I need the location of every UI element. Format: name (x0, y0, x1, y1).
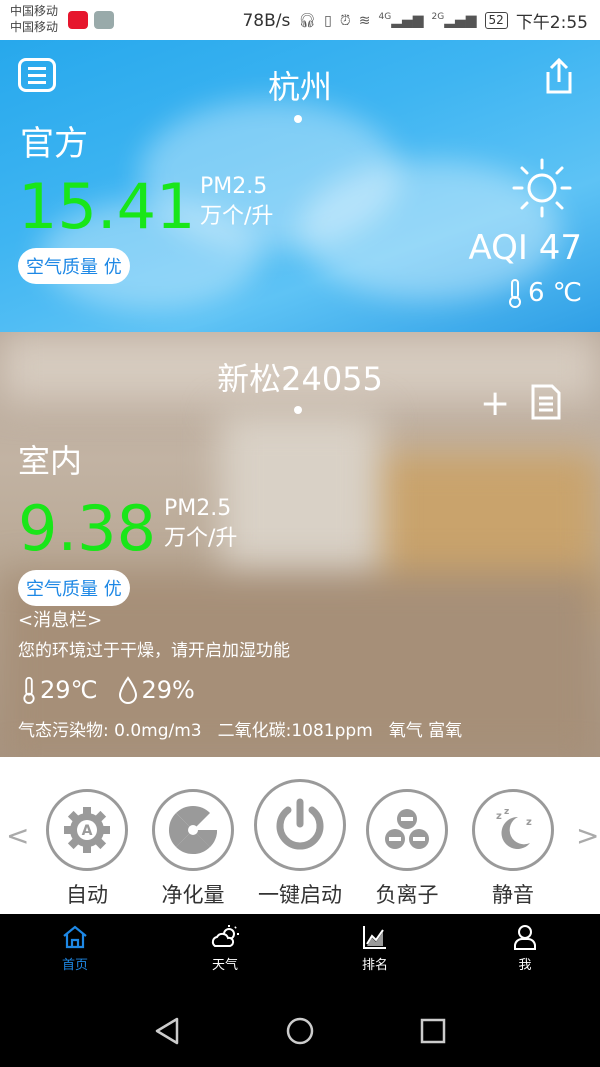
pm-label-text: PM2.5 (200, 174, 268, 199)
outdoor-pm-value: 15.41 (18, 170, 196, 243)
weather-icon (211, 925, 239, 947)
indoor-device-panel: 新松24055 + 室内 9.38 PM2.5 万个/升 空气质量 优 <消息栏… (0, 332, 600, 757)
system-nav-bar (0, 986, 600, 1067)
page-indicator-dot (294, 115, 302, 123)
indoor-pm-label-text: PM2.5 (164, 496, 232, 521)
document-icon[interactable] (530, 384, 562, 420)
indoor-pm-value: 9.38 (18, 492, 157, 565)
net-speed: 78B/s (242, 10, 291, 31)
auto-mode-label: 自动 (66, 883, 108, 907)
outdoor-temperature-value: 6 ℃ (527, 278, 582, 308)
signal-4g-icon: 4G▂▄▆ (378, 12, 424, 29)
auto-mode-button[interactable]: A 自动 (37, 789, 137, 909)
indoor-air-quality-badge: 空气质量 优 (18, 570, 130, 606)
data-source-label: 官方 (20, 124, 88, 164)
carrier-2: 中国移动 (10, 20, 59, 34)
home-circle-icon[interactable] (285, 1016, 315, 1046)
message-bar-title: <消息栏> (18, 610, 103, 631)
purify-volume-button[interactable]: 净化量 (143, 789, 243, 909)
controls-prev-arrow[interactable]: < (6, 819, 29, 852)
headset-icon: 🎧︎ (298, 12, 317, 29)
tab-me[interactable]: 我 (475, 924, 575, 973)
gas-pollutant: 气态污染物: 0.0mg/m3 (18, 721, 202, 741)
net-4g-label: 4G (378, 12, 392, 23)
outdoor-temperature: 6 ℃ (508, 278, 582, 308)
svg-text:z: z (504, 807, 509, 817)
alarm-icon: ⏰︎ (339, 12, 351, 29)
indoor-pm-label: PM2.5 万个/升 (164, 494, 237, 554)
tab-weather-label: 天气 (211, 958, 238, 973)
carrier-1: 中国移动 (10, 4, 59, 18)
oxygen-reading: 氧气 富氧 (388, 721, 463, 741)
weibo-icon (68, 11, 88, 29)
user-icon (514, 925, 536, 950)
carrier-info: 中国移动 中国移动 (10, 3, 58, 35)
tab-weather[interactable]: 天气 (175, 924, 275, 973)
back-icon[interactable] (153, 1016, 181, 1046)
negative-ion-label: 负离子 (375, 883, 439, 907)
pollutant-readings: 气态污染物: 0.0mg/m3 二氧化碳:1081ppm 氧气 富氧 (18, 716, 462, 741)
tab-home-label: 首页 (61, 958, 88, 973)
bg-window (220, 412, 380, 592)
thermometer-icon (23, 676, 35, 704)
status-right: 78B/s 🎧︎ ▯ ⏰︎ ≋ 4G▂▄▆ 2G▂▄▆ 52 下午2:55 (242, 8, 588, 34)
indoor-temperature: 29℃ (40, 676, 98, 704)
power-icon (254, 779, 346, 871)
battery-icon: 52 (484, 12, 508, 29)
co2-reading: 二氧化碳:1081ppm (217, 721, 373, 741)
one-key-start-label: 一键启动 (258, 883, 342, 907)
indoor-humidity: 29% (141, 676, 195, 704)
outdoor-pm-label: PM2.5 万个/升 (200, 172, 273, 232)
sun-icon (512, 158, 572, 218)
indoor-label: 室内 (18, 442, 83, 480)
tab-home[interactable]: 首页 (25, 924, 125, 973)
device-page-dot (294, 406, 302, 414)
chart-icon (363, 926, 386, 949)
ion-icon (366, 789, 448, 871)
vibrate-icon: ▯ (324, 12, 332, 29)
controls-next-arrow[interactable]: > (576, 819, 599, 852)
outdoor-weather-panel: 杭州 官方 15.41 PM2.5 万个/升 空气质量 优 AQI 47 6 ℃ (0, 40, 600, 332)
share-icon[interactable] (542, 56, 576, 96)
thermometer-icon (508, 279, 521, 308)
home-icon (63, 925, 87, 949)
status-bar: 中国移动 中国移动 78B/s 🎧︎ ▯ ⏰︎ ≋ 4G▂▄▆ 2G▂▄▆ 52… (0, 0, 600, 40)
outdoor-air-quality-badge: 空气质量 优 (18, 248, 130, 284)
tab-me-label: 我 (518, 958, 532, 973)
silent-mode-button[interactable]: z z z 静音 (463, 789, 563, 909)
notification-icons (68, 11, 114, 29)
pm-unit-text: 万个/升 (200, 204, 274, 229)
svg-text:z: z (526, 817, 532, 828)
silent-mode-label: 静音 (492, 883, 534, 907)
one-key-start-button[interactable]: 一键启动 (250, 779, 350, 909)
aqi-value: AQI 47 (468, 228, 582, 268)
tab-ranking[interactable]: 排名 (325, 924, 425, 973)
recents-icon[interactable] (420, 1016, 446, 1046)
indoor-env-readings: 29℃ 29% (22, 676, 195, 704)
auto-gear-icon: A (46, 789, 128, 871)
purify-volume-label: 净化量 (161, 883, 225, 907)
svg-text:A: A (82, 823, 93, 839)
wechat-icon (94, 11, 114, 29)
add-device-button[interactable]: + (480, 386, 510, 422)
net-2g-label: 2G (431, 12, 445, 23)
signal-2g-icon: 2G▂▄▆ (431, 12, 477, 29)
svg-text:z: z (496, 811, 502, 822)
clock: 下午2:55 (515, 13, 588, 33)
wifi-icon: ≋ (358, 12, 371, 29)
city-name: 杭州 (267, 68, 332, 106)
bottom-tab-bar: 首页 天气 排名 我 (0, 914, 600, 986)
humidity-drop-icon (118, 676, 137, 704)
fan-icon (152, 789, 234, 871)
indoor-pm-unit-text: 万个/升 (164, 526, 238, 551)
moon-sleep-icon: z z z (472, 789, 554, 871)
message-text: 您的环境过于干燥，请开启加湿功能 (18, 641, 290, 661)
negative-ion-button[interactable]: 负离子 (357, 789, 457, 909)
tab-ranking-label: 排名 (361, 958, 388, 973)
device-controls: < > A 自动 净化量 一键启动 负离子 z z z 静音 (0, 757, 600, 914)
